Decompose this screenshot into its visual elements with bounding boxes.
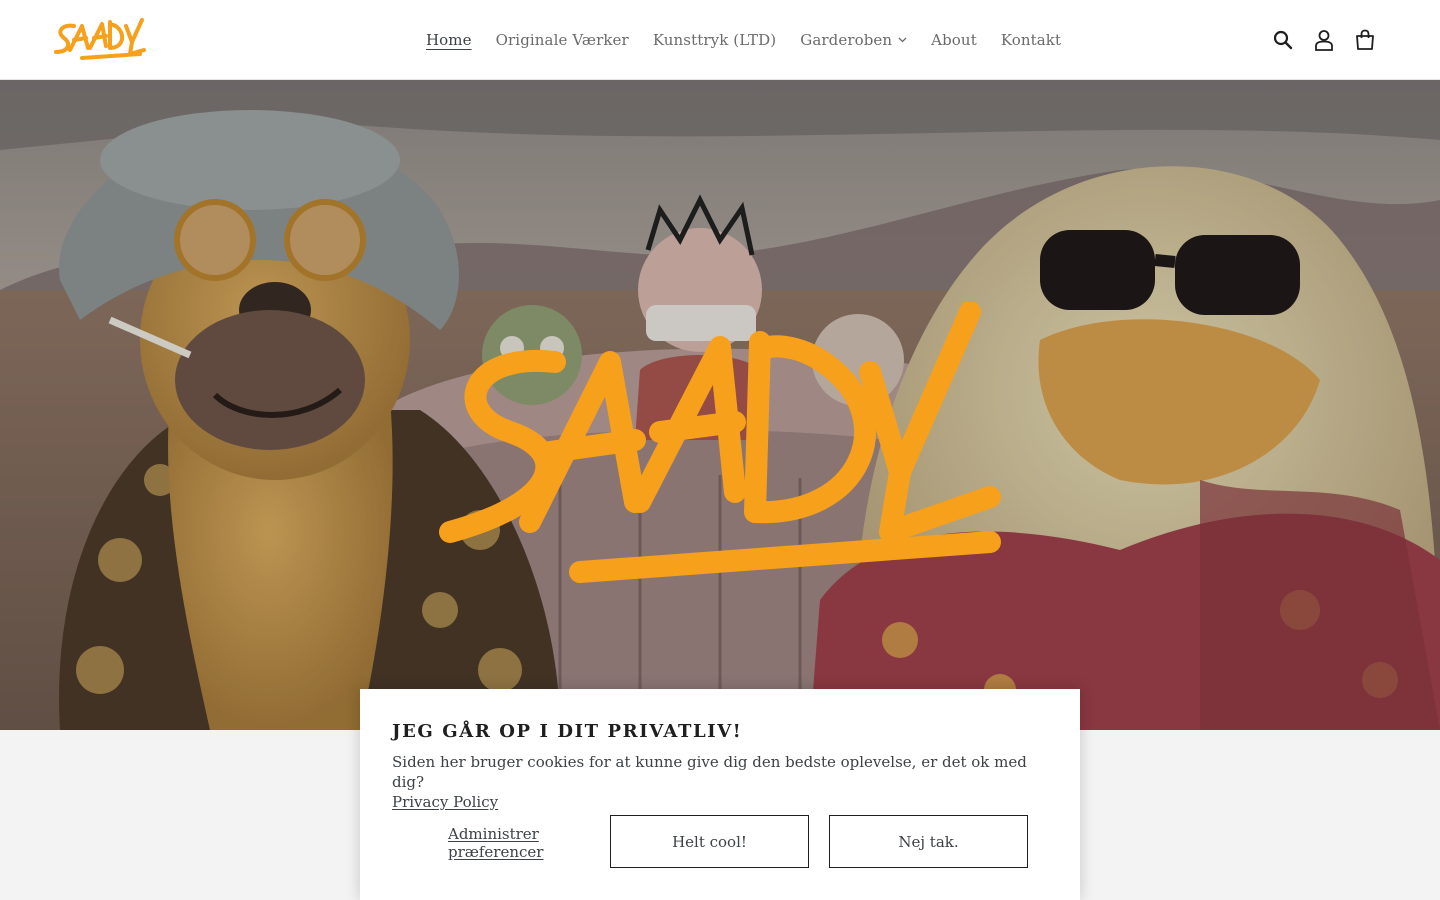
account-icon[interactable] (1311, 27, 1337, 53)
cookie-actions: Administrer præferencer Helt cool! Nej t… (392, 815, 1048, 868)
nav-item-garderoben[interactable]: Garderoben (788, 31, 919, 49)
nav-item-kontakt[interactable]: Kontakt (989, 31, 1073, 49)
site-header: Home Originale Værker Kunsttryk (LTD) Ga… (0, 0, 1440, 80)
nav-item-label: Kunsttryk (LTD) (652, 31, 777, 49)
nav-item-label: Originale Værker (495, 31, 629, 49)
hero-banner (0, 80, 1440, 730)
saady-hero-logo (439, 302, 1001, 583)
nav-item-label: Kontakt (1000, 31, 1062, 49)
nav-item-originale-vaerker[interactable]: Originale Værker (484, 31, 641, 49)
header-actions (1255, 27, 1378, 53)
decline-cookies-button[interactable]: Nej tak. (829, 815, 1028, 868)
nav-item-label: Home (426, 31, 472, 49)
search-icon[interactable] (1270, 27, 1296, 53)
cookie-title: JEG GÅR OP I DIT PRIVATLIV! (392, 721, 743, 742)
cart-icon[interactable] (1352, 27, 1378, 53)
saady-logo[interactable] (52, 14, 148, 62)
nav-item-label: Garderoben (800, 31, 893, 49)
nav-item-label: About (931, 31, 977, 49)
manage-preferences-link[interactable]: Administrer præferencer (448, 825, 578, 861)
main-nav: Home Originale Værker Kunsttryk (LTD) Ga… (414, 0, 1073, 80)
chevron-down-icon (898, 37, 907, 43)
privacy-policy-link[interactable]: Privacy Policy (392, 792, 498, 812)
accept-cookies-button[interactable]: Helt cool! (610, 815, 809, 868)
cookie-message: Siden her bruger cookies for at kunne gi… (392, 753, 1027, 791)
nav-item-kunsttryk[interactable]: Kunsttryk (LTD) (641, 31, 788, 49)
cookie-consent-banner: JEG GÅR OP I DIT PRIVATLIV! Siden her br… (360, 689, 1080, 900)
nav-item-home[interactable]: Home (414, 31, 484, 49)
nav-item-about[interactable]: About (919, 31, 989, 49)
